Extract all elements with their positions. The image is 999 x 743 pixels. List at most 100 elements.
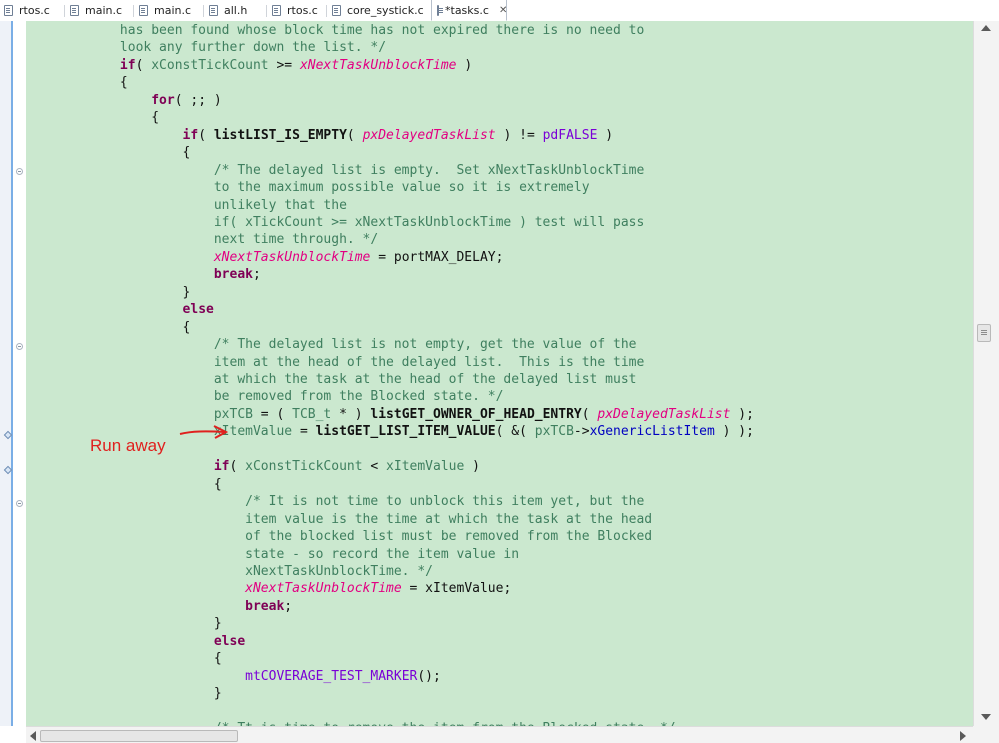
code-line[interactable]: xNextTaskUnblockTime = xItemValue; [26, 580, 511, 597]
editor-tab-bar: rtos.c main.c main.c all.h rtos.c core_s… [0, 0, 999, 22]
code-line[interactable]: { [26, 144, 191, 161]
code-line[interactable]: pxTCB = ( TCB_t * ) listGET_OWNER_OF_HEA… [26, 406, 754, 423]
code-line[interactable]: xNextTaskUnblockTime = portMAX_DELAY; [26, 249, 504, 266]
scrollbar-corner [973, 726, 999, 743]
code-token: for [151, 92, 175, 108]
code-token: break [213, 267, 253, 283]
code-token: xGenericListItem [589, 424, 715, 440]
c-file-icon [139, 4, 148, 16]
code-line[interactable]: break; [26, 266, 261, 283]
tab-separator [326, 5, 327, 17]
scroll-left-icon[interactable] [30, 731, 36, 741]
code-line[interactable]: item at the head of the delayed list. Th… [26, 354, 644, 371]
tab-separator [266, 5, 267, 17]
code-line[interactable]: to the maximum possible value so it is e… [26, 179, 590, 196]
scroll-up-icon[interactable] [981, 25, 991, 31]
code-token: ( [581, 406, 598, 422]
code-token: ); [730, 406, 754, 422]
code-line[interactable]: if( xTickCount >= xNextTaskUnblockTime )… [26, 214, 644, 231]
code-line[interactable]: /* The delayed list is empty. Set xNextT… [26, 162, 644, 179]
code-line[interactable]: { [26, 319, 191, 336]
horizontal-scroll-thumb[interactable] [40, 730, 238, 742]
tab-main-c[interactable]: main.c [70, 0, 122, 20]
code-line[interactable]: else [26, 301, 214, 318]
fold-collapse-icon[interactable] [16, 343, 23, 350]
code-line[interactable]: /* It is not time to unblock this item y… [26, 493, 644, 510]
code-line[interactable]: has been found whose block time has not … [26, 22, 644, 39]
code-token: break [245, 598, 285, 614]
scroll-right-icon[interactable] [960, 731, 966, 741]
code-line[interactable]: { [26, 650, 222, 667]
code-token: else [182, 302, 214, 318]
code-area[interactable]: has been found whose block time has not … [26, 21, 973, 726]
c-file-icon [332, 4, 341, 16]
code-token: pxTCB [213, 406, 253, 422]
code-line[interactable]: else [26, 633, 245, 650]
code-token: xConstTickCount [151, 57, 269, 73]
tab-rtos-c-2[interactable]: rtos.c [272, 0, 318, 20]
code-line[interactable]: if( xConstTickCount < xItemValue ) [26, 458, 480, 475]
code-token: /* The delayed list is not empty, get th… [26, 337, 637, 353]
code-line[interactable]: mtCOVERAGE_TEST_MARKER(); [26, 668, 441, 685]
line-gutter [13, 21, 26, 726]
tab-separator [64, 5, 65, 17]
tab-label: *tasks.c [445, 3, 489, 17]
tab-core-systick-c[interactable]: core_systick.c [332, 0, 424, 20]
code-line[interactable]: for( ;; ) [26, 92, 221, 109]
code-line[interactable]: look any further down the list. */ [26, 39, 386, 56]
code-token: ( [229, 459, 246, 475]
code-line[interactable]: { [26, 109, 159, 126]
code-line[interactable]: { [26, 476, 222, 493]
vertical-scroll-thumb[interactable] [977, 324, 991, 342]
code-token: = xItemValue; [401, 581, 512, 597]
code-line[interactable]: if( listLIST_IS_EMPTY( pxDelayedTaskList… [26, 127, 614, 144]
vertical-scrollbar[interactable] [973, 21, 999, 726]
horizontal-scrollbar[interactable] [26, 726, 973, 743]
fold-collapse-icon[interactable] [16, 500, 23, 507]
code-line[interactable]: if( xConstTickCount >= xNextTaskUnblockT… [26, 57, 472, 74]
tab-label: rtos.c [19, 3, 50, 17]
code-token: xNextTaskUnblockTime [213, 249, 371, 265]
code-line[interactable]: be removed from the Blocked state. */ [26, 388, 504, 405]
c-file-icon [70, 4, 79, 16]
code-line[interactable]: next time through. */ [26, 231, 378, 248]
code-token: } [26, 616, 222, 632]
code-token: else [213, 633, 246, 649]
code-token: unlikely that the [26, 197, 347, 213]
code-token: has been found whose block time has not … [26, 23, 645, 38]
code-line[interactable]: unlikely that the [26, 197, 347, 214]
tab-tasks-c[interactable]: *tasks.c ✕ [431, 0, 507, 21]
tab-rtos-c[interactable]: rtos.c [4, 0, 50, 20]
tab-label: rtos.c [287, 3, 318, 17]
fold-collapse-icon[interactable] [16, 168, 23, 175]
tab-main-c-2[interactable]: main.c [139, 0, 191, 20]
code-token: listGET_LIST_ITEM_VALUE [315, 424, 496, 440]
tab-all-h[interactable]: all.h [209, 0, 247, 20]
code-line[interactable]: of the blocked list must be removed from… [26, 528, 652, 545]
code-line[interactable]: } [26, 615, 222, 632]
code-token: at which the task at the head of the del… [26, 372, 637, 387]
code-line[interactable]: at which the task at the head of the del… [26, 371, 637, 388]
code-line[interactable]: /* The delayed list is not empty, get th… [26, 336, 637, 353]
code-token: ) != [495, 127, 543, 143]
code-line[interactable]: break; [26, 598, 292, 615]
code-line[interactable]: { [26, 74, 128, 91]
code-editor: has been found whose block time has not … [0, 21, 999, 743]
code-line[interactable]: xNextTaskUnblockTime. */ [26, 563, 433, 580]
scroll-down-icon[interactable] [981, 714, 991, 720]
code-line[interactable]: } [26, 685, 222, 702]
close-icon[interactable]: ✕ [499, 5, 507, 16]
code-line[interactable]: item value is the time at which the task… [26, 511, 652, 528]
code-line[interactable]: state - so record the item value in [26, 546, 519, 563]
code-token: TCB_t [292, 406, 332, 422]
code-token: if [119, 57, 136, 73]
code-line[interactable]: } [26, 284, 191, 301]
tab-label: main.c [85, 3, 123, 17]
code-token: be removed from the Blocked state. */ [26, 389, 504, 405]
